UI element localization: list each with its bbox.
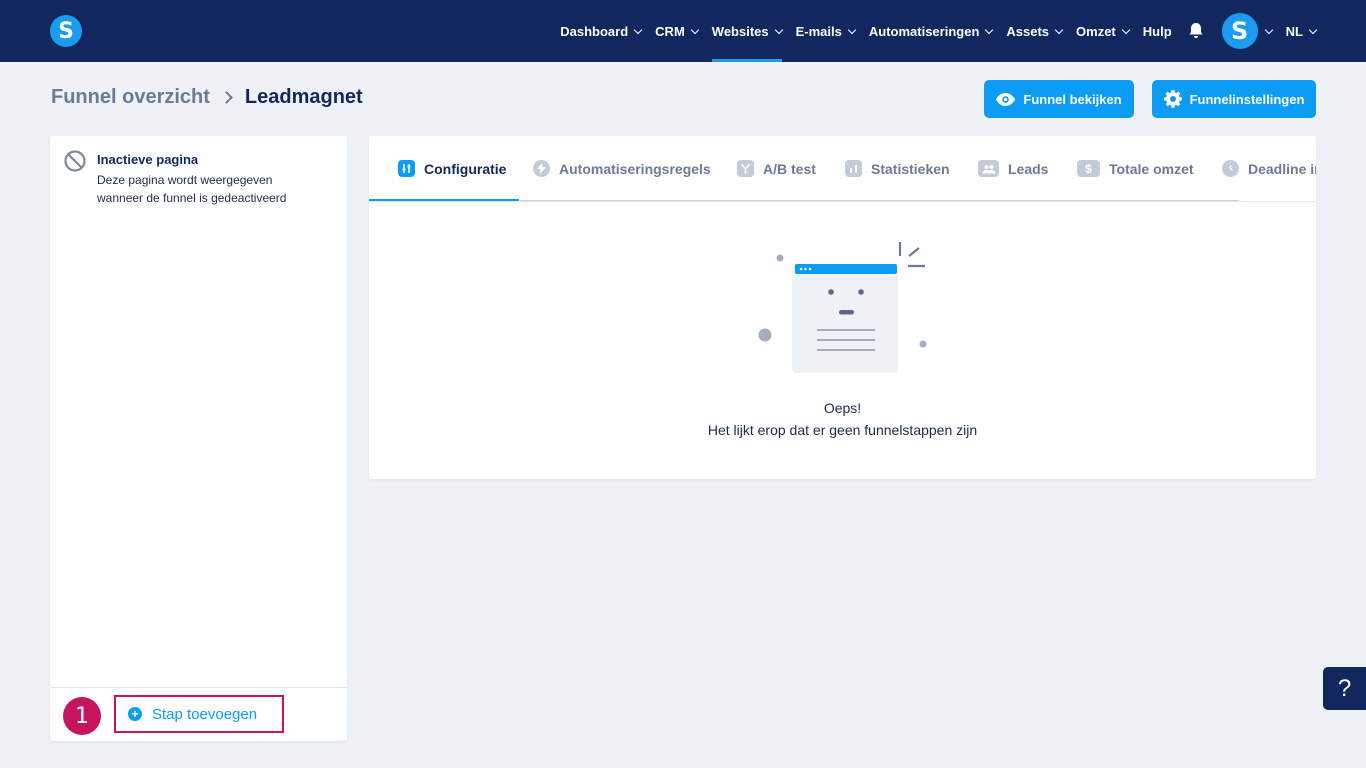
page-title: Leadmagnet [244,86,363,108]
chevron-down-icon [1121,25,1131,34]
tab-label: Totale omzet [1109,160,1194,177]
nav-label: Omzet [1076,23,1116,39]
dollar-icon: $ [1077,160,1100,177]
button-label: Funnelinstellingen [1189,91,1305,107]
language-label: NL [1285,23,1303,39]
button-label: Funnel bekijken [1023,91,1122,107]
tab-label: A/B test [763,160,816,177]
chevron-down-icon [633,25,643,34]
nav-automatiseringen[interactable]: Automatiseringen [868,0,994,62]
nav-label: Assets [1006,23,1050,39]
button-label: Stap toevoegen [152,705,258,723]
tab-label: Configuratie [424,160,507,177]
funnel-detail-panel: Configuratie Automatiseringsregels A/B t… [369,136,1316,479]
language-selector[interactable]: NL [1285,0,1318,62]
empty-state-message: Het lijkt erop dat er geen funnelstappen… [707,422,978,438]
tab-label: Leads [1008,160,1049,177]
breadcrumb: Funnel overzicht Leadmagnet [51,86,363,109]
tab-configuratie[interactable]: Configuratie [398,160,506,177]
nav-omzet[interactable]: Omzet [1076,0,1131,62]
inactive-page-description: Deze pagina wordt weergegeven wanneer de… [97,173,287,205]
step-number-badge: 1 [63,697,101,735]
tab-ab-test[interactable]: A/B test [737,160,816,177]
nav-label: CRM [655,23,685,39]
nav-emails[interactable]: E-mails [795,0,857,62]
gear-icon [1163,90,1182,108]
sliders-icon [398,160,415,177]
tab-bar: Configuratie Automatiseringsregels A/B t… [369,136,1316,202]
avatar[interactable]: S [1221,13,1258,49]
nav-assets[interactable]: Assets [1006,0,1064,62]
eye-icon [996,92,1016,106]
plus-circle-icon: + [128,707,142,721]
logo[interactable]: S [50,15,82,47]
main-nav: Dashboard CRM Websites E-mails Automatis… [546,0,1318,62]
funnel-settings-button[interactable]: Funnelinstellingen [1152,80,1316,118]
tab-label: Automatiseringsregels [559,160,711,177]
tab-leads[interactable]: Leads [978,160,1048,177]
tabs-scrollbar[interactable] [519,200,1240,201]
empty-state-title: Oeps! [823,400,862,416]
inactive-page-item[interactable]: Inactieve pagina Deze pagina wordt weerg… [64,150,317,207]
empty-page-illustration [758,242,927,373]
chevron-down-icon [847,25,857,34]
funnel-steps-panel: Inactieve pagina Deze pagina wordt weerg… [50,136,347,741]
bar-chart-icon [845,160,862,177]
bolt-icon [533,160,550,177]
chevron-down-icon [1264,25,1273,34]
active-tab-indicator [369,199,519,201]
nav-label: Automatiseringen [868,23,980,39]
panel-footer: 1 + Stap toevoegen [50,687,347,741]
nav-label: E-mails [795,23,842,39]
nav-crm[interactable]: CRM [655,0,700,62]
tab-deadline[interactable]: Deadline in [1222,160,1316,177]
nav-websites[interactable]: Websites [711,0,783,62]
nav-hulp[interactable]: Hulp [1143,0,1172,62]
nav-label: Dashboard [560,23,629,39]
split-icon [737,160,754,177]
bell-icon[interactable] [1188,22,1204,40]
nav-dashboard[interactable]: Dashboard [560,0,643,62]
breadcrumb-parent-link[interactable]: Funnel overzicht [51,86,210,109]
tab-totale-omzet[interactable]: $ Totale omzet [1077,160,1194,177]
chevron-down-icon [1054,25,1064,34]
users-icon [978,160,999,177]
chevron-down-icon [985,25,994,34]
inactive-page-title: Inactieve pagina [97,152,199,167]
tab-label: Deadline in [1248,160,1316,177]
ban-icon [64,150,86,172]
chevron-down-icon [774,25,783,34]
add-step-button[interactable]: + Stap toevoegen [114,695,284,733]
tab-label: Statistieken [871,160,950,177]
tab-automatiseringsregels[interactable]: Automatiseringsregels [533,160,711,177]
chevron-down-icon [1308,25,1318,34]
chevron-down-icon [690,25,700,34]
user-menu[interactable]: S [1204,0,1273,62]
nav-label: Hulp [1142,23,1172,39]
view-funnel-button[interactable]: Funnel bekijken [984,80,1134,118]
tab-statistieken[interactable]: Statistieken [845,160,950,177]
chevron-right-icon [220,91,233,104]
clock-icon [1222,160,1239,177]
nav-label: Websites [711,23,769,39]
help-button[interactable]: ? [1323,667,1366,710]
top-navbar: S Dashboard CRM Websites E-mails Automat… [0,0,1366,62]
